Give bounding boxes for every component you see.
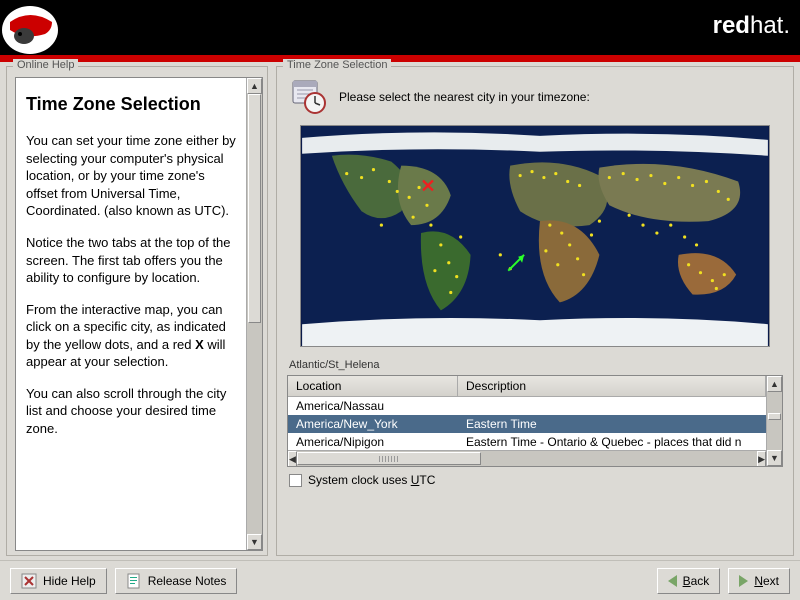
hide-help-button[interactable]: Hide Help — [10, 568, 107, 594]
scroll-track[interactable] — [247, 94, 262, 534]
release-notes-label: Release Notes — [148, 574, 227, 588]
red-strip — [0, 55, 800, 62]
table-header: Location Description — [288, 376, 766, 397]
scroll-thumb[interactable] — [768, 413, 781, 420]
next-arrow-icon — [739, 575, 748, 587]
world-map-svg[interactable] — [301, 126, 769, 346]
help-paragraph: From the interactive map, you can click … — [26, 301, 236, 371]
hover-city-label: Atlantic/St_Helena — [289, 359, 783, 371]
scroll-up-button[interactable]: ▲ — [767, 376, 782, 392]
table-h-scrollbar[interactable]: ◀ ▶ — [288, 450, 766, 466]
utc-label[interactable]: System clock uses UTC — [308, 473, 435, 487]
cell-location: America/Nipigon — [288, 435, 458, 449]
column-location[interactable]: Location — [288, 376, 458, 396]
cell-location: America/Nassau — [288, 399, 458, 413]
help-paragraph: Notice the two tabs at the top of the sc… — [26, 234, 236, 287]
scroll-thumb[interactable] — [248, 94, 261, 323]
cell-description: Eastern Time — [458, 417, 766, 431]
header-bar: redhat. — [0, 0, 800, 55]
help-title: Time Zone Selection — [26, 92, 236, 116]
table-row[interactable]: America/New_YorkEastern Time — [288, 415, 766, 433]
table-rows[interactable]: America/Nassau America/New_YorkEastern Ti… — [288, 397, 766, 450]
footer-bar: Hide Help Release Notes Back Next — [0, 560, 800, 600]
table-v-scrollbar[interactable]: ▲ ▼ — [766, 376, 782, 466]
scroll-up-button[interactable]: ▲ — [247, 78, 262, 94]
cell-description — [458, 399, 766, 413]
next-label: Next — [754, 574, 779, 588]
scroll-track[interactable] — [767, 392, 782, 450]
back-button[interactable]: Back — [657, 568, 721, 594]
cell-description: Eastern Time - Ontario & Quebec - places… — [458, 435, 766, 449]
help-panel-label: Online Help — [13, 59, 78, 71]
scroll-down-button[interactable]: ▼ — [247, 534, 262, 550]
brand-text: redhat. — [713, 12, 790, 40]
scroll-right-button[interactable]: ▶ — [757, 451, 766, 466]
scroll-left-button[interactable]: ◀ — [288, 451, 297, 466]
hide-help-label: Hide Help — [43, 574, 96, 588]
table-row[interactable]: America/NipigonEastern Time - Ontario & … — [288, 433, 766, 450]
online-help-panel: Online Help Time Zone Selection You can … — [6, 66, 268, 556]
help-text-area: Time Zone Selection You can set your tim… — [16, 78, 246, 550]
timezone-panel: Time Zone Selection Please select the ne… — [276, 66, 794, 556]
scroll-track-h[interactable] — [297, 451, 757, 466]
help-paragraph: You can also scroll through the city lis… — [26, 385, 236, 438]
tz-prompt: Please select the nearest city in your t… — [339, 90, 590, 104]
redhat-logo-icon — [0, 0, 70, 55]
column-description[interactable]: Description — [458, 376, 766, 396]
back-arrow-icon — [668, 575, 677, 587]
help-scrollbar[interactable]: ▲ ▼ — [246, 78, 262, 550]
utc-checkbox[interactable] — [289, 474, 302, 487]
cell-location: America/New_York — [288, 417, 458, 431]
next-button[interactable]: Next — [728, 568, 790, 594]
table-row[interactable]: America/Nassau — [288, 397, 766, 415]
tz-panel-label: Time Zone Selection — [283, 59, 391, 71]
timezone-map[interactable] — [300, 125, 770, 347]
timezone-table: Location Description America/NassauAmeri… — [287, 375, 783, 467]
release-notes-button[interactable]: Release Notes — [115, 568, 238, 594]
release-notes-icon — [126, 573, 142, 589]
scroll-down-button[interactable]: ▼ — [767, 450, 782, 466]
hide-help-icon — [21, 573, 37, 589]
help-paragraph: You can set your time zone either by sel… — [26, 132, 236, 220]
scroll-thumb-h[interactable] — [297, 452, 481, 465]
back-label: Back — [683, 574, 710, 588]
calendar-clock-icon — [291, 79, 327, 115]
